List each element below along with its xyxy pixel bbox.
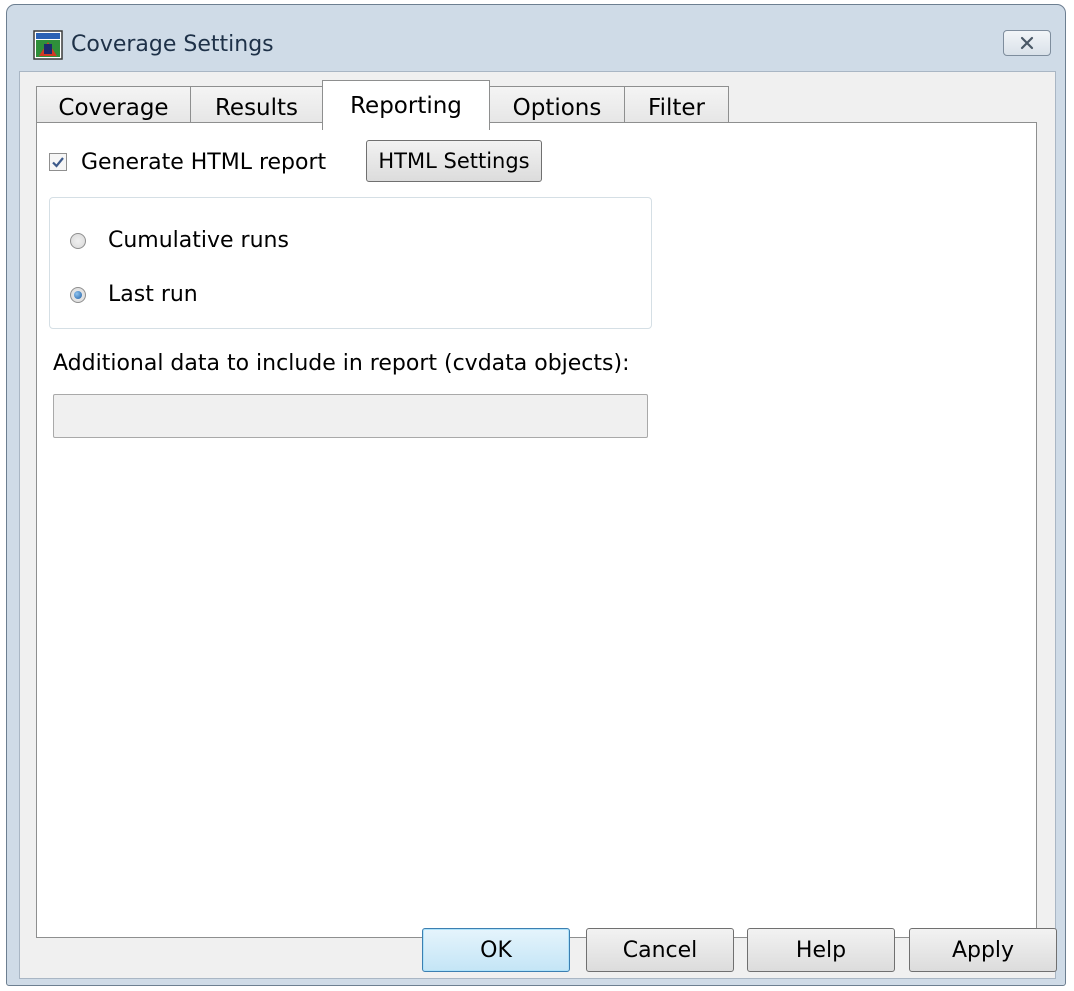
generate-html-report-checkbox[interactable] (49, 153, 67, 171)
cumulative-runs-option[interactable]: Cumulative runs (70, 228, 289, 253)
checkmark-icon (52, 157, 64, 168)
dialog-client-area: Coverage Results Reporting Options Filte… (19, 71, 1057, 979)
run-selection-group: Cumulative runs Last run (49, 197, 652, 329)
close-icon (1020, 36, 1034, 50)
ok-button[interactable]: OK (422, 928, 570, 972)
tab-reporting[interactable]: Reporting (322, 80, 490, 130)
cumulative-runs-label: Cumulative runs (108, 228, 289, 253)
apply-button[interactable]: Apply (909, 928, 1057, 972)
close-button[interactable] (1003, 30, 1051, 56)
additional-data-label: Additional data to include in report (cv… (53, 351, 630, 376)
last-run-radio[interactable] (70, 286, 86, 303)
help-button[interactable]: Help (747, 928, 895, 972)
last-run-label: Last run (108, 282, 198, 307)
generate-html-report-option[interactable]: Generate HTML report (49, 149, 327, 175)
additional-data-input[interactable] (53, 394, 648, 438)
html-settings-button[interactable]: HTML Settings (366, 140, 542, 182)
cumulative-runs-radio[interactable] (70, 232, 86, 249)
coverage-app-icon (33, 30, 63, 60)
coverage-settings-window: Coverage Settings Coverage Results Repor… (6, 4, 1066, 986)
title-bar[interactable]: Coverage Settings (7, 5, 1065, 63)
cancel-button[interactable]: Cancel (586, 928, 734, 972)
window-title: Coverage Settings (71, 32, 274, 57)
reporting-panel: Generate HTML report HTML Settings Cumul… (36, 122, 1037, 938)
last-run-option[interactable]: Last run (70, 282, 198, 307)
generate-html-report-label: Generate HTML report (81, 149, 327, 175)
